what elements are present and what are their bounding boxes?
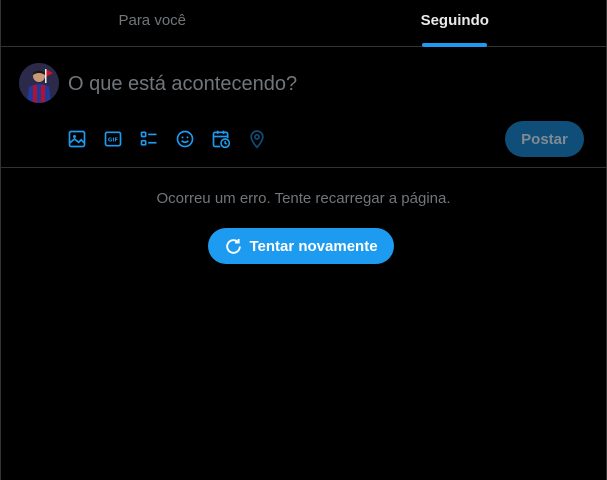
tab-for-you-label: Para você xyxy=(118,12,187,29)
retry-button[interactable]: Tentar novamente xyxy=(208,228,394,264)
emoji-icon[interactable] xyxy=(175,127,211,151)
refresh-icon xyxy=(226,238,242,254)
feed-error-message: Ocorreu um erro. Tente recarregar a pági… xyxy=(156,190,451,207)
post-composer: O que está acontecendo? GIF Postar xyxy=(1,47,606,168)
avatar[interactable] xyxy=(19,63,59,103)
gif-icon[interactable]: GIF xyxy=(103,127,139,151)
timeline-column: Para você Seguindo O que está acontecend… xyxy=(0,0,607,480)
svg-text:GIF: GIF xyxy=(108,138,118,144)
post-button[interactable]: Postar xyxy=(505,121,584,157)
poll-icon[interactable] xyxy=(139,127,175,151)
avatar-image xyxy=(19,63,59,103)
tab-following-label: Seguindo xyxy=(420,12,489,29)
retry-button-label: Tentar novamente xyxy=(249,237,378,255)
composer-toolbar: GIF xyxy=(67,127,283,151)
tab-for-you[interactable]: Para você xyxy=(1,0,304,46)
image-icon[interactable] xyxy=(67,127,103,151)
location-icon[interactable] xyxy=(247,127,283,151)
timeline-tabs: Para você Seguindo xyxy=(1,0,606,47)
tab-following[interactable]: Seguindo xyxy=(304,0,607,47)
compose-input[interactable]: O que está acontecendo? xyxy=(68,73,297,96)
schedule-icon[interactable] xyxy=(211,127,247,151)
